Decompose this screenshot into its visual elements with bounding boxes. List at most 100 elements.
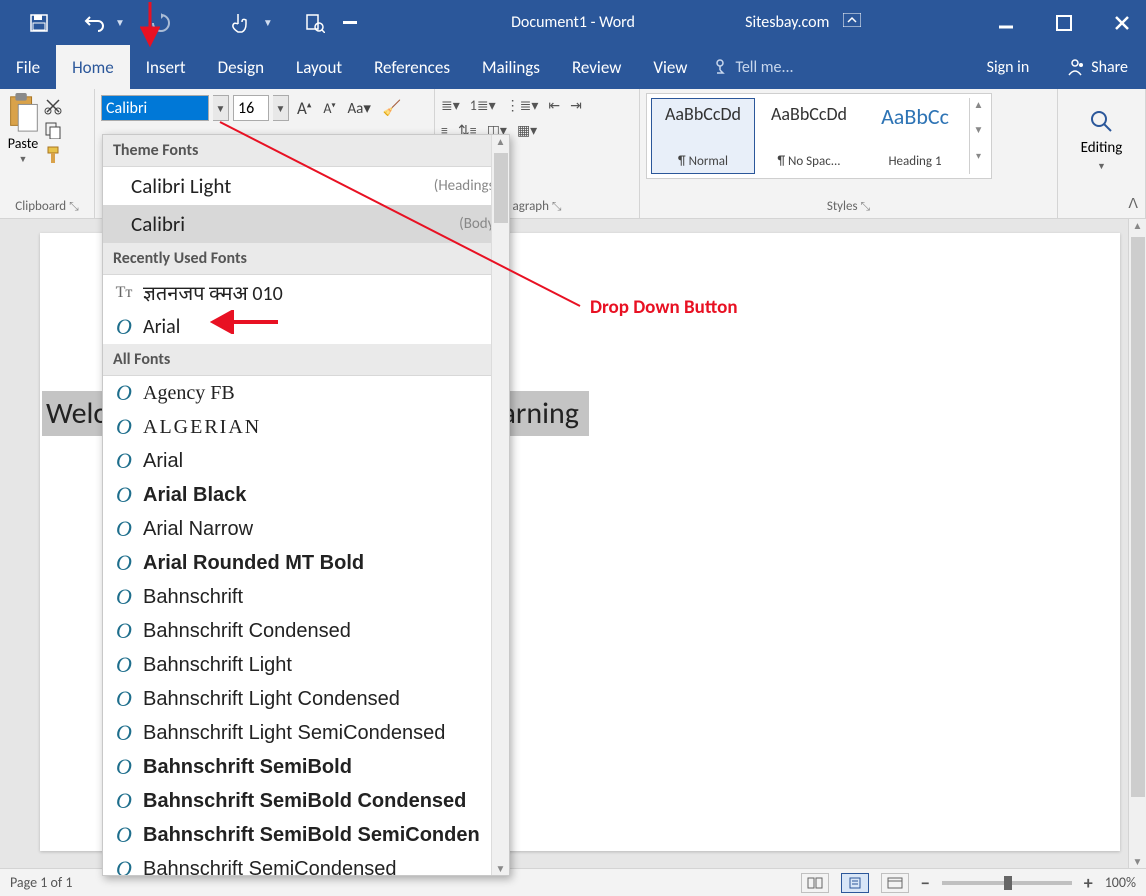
save-icon[interactable] [25,9,53,37]
change-case-icon[interactable]: Aa▾ [344,99,375,118]
font-item[interactable]: OArial Rounded MT Bold [103,546,509,580]
style-more-icon[interactable]: ▾ [970,149,987,174]
font-item[interactable]: OBahnschrift SemiBold SemiConden [103,818,509,852]
ribbon-tabs: File Home Insert Design Layout Reference… [0,45,1146,89]
clipboard-label: Clipboard [15,199,66,214]
tab-view[interactable]: View [637,45,703,89]
font-item-calibri[interactable]: Calibri (Body) [103,205,509,243]
styles-launcher-icon[interactable]: ⤡ [861,200,871,214]
opentype-icon: O [113,822,135,848]
opentype-icon: O [113,516,135,542]
clear-formatting-icon[interactable]: 🧹 [379,99,406,118]
borders-icon[interactable]: ▦▾ [517,122,537,139]
qat-customize-icon[interactable] [343,21,357,24]
opentype-icon: O [113,584,135,610]
opentype-icon: O [113,856,135,876]
web-layout-icon[interactable] [881,873,909,893]
font-dropdown-panel: Theme Fonts Calibri Light (Headings) Cal… [102,134,510,876]
numbering-icon[interactable]: 1≣▾ [470,97,496,114]
all-fonts-header: All Fonts [103,344,509,376]
maximize-button[interactable] [1050,9,1078,37]
font-item[interactable]: OAgency FB [103,376,509,410]
font-item[interactable]: OBahnschrift SemiBold [103,750,509,784]
opentype-icon: O [113,754,135,780]
font-item[interactable]: OBahnschrift Condensed [103,614,509,648]
titlebar: ▼ ▼ Document1 - Word Sitesbay.com [0,0,1146,45]
find-icon[interactable] [1089,109,1115,135]
font-dropdown-button[interactable]: ▼ [213,95,229,121]
style-normal[interactable]: AaBbCcDd ¶ Normal [651,98,755,174]
minimize-button[interactable] [992,9,1020,37]
font-item[interactable]: OBahnschrift Light [103,648,509,682]
zoom-out-button[interactable]: − [921,872,930,894]
print-layout-icon[interactable] [841,873,869,893]
increase-indent-icon[interactable]: ⇥ [570,97,582,114]
close-button[interactable] [1108,9,1136,37]
paste-button[interactable]: Paste ▼ [6,93,40,187]
touch-dropdown-icon[interactable]: ▼ [263,16,273,29]
copy-icon[interactable] [44,121,62,139]
read-mode-icon[interactable] [801,873,829,893]
font-name-input[interactable] [101,95,209,121]
styles-group: AaBbCcDd ¶ Normal AaBbCcDd ¶ No Spac... … [640,89,1058,218]
tab-design[interactable]: Design [202,45,280,89]
bullets-icon[interactable]: ≣▾ [441,97,460,114]
paragraph-launcher-icon[interactable]: ⤡ [552,200,562,214]
font-dropdown-scrollbar[interactable]: ▲ ▼ [491,135,509,875]
font-item[interactable]: OBahnschrift Light SemiCondensed [103,716,509,750]
shrink-font-icon[interactable]: A▾ [319,100,339,117]
style-no-spacing[interactable]: AaBbCcDd ¶ No Spac... [757,98,861,174]
undo-icon[interactable] [81,9,109,37]
share-button[interactable]: Share [1047,45,1146,89]
font-item[interactable]: OArial [103,444,509,478]
zoom-slider[interactable] [942,881,1072,885]
multilevel-icon[interactable]: ⋮≣▾ [506,97,539,114]
redo-icon[interactable] [147,9,175,37]
tab-mailings[interactable]: Mailings [466,45,556,89]
vertical-scrollbar[interactable]: ▲ ▼ [1128,219,1146,868]
font-item[interactable]: OArial Narrow [103,512,509,546]
editing-label[interactable]: Editing [1081,139,1123,157]
font-item[interactable]: OBahnschrift [103,580,509,614]
clipboard-launcher-icon[interactable]: ⤡ [69,200,79,214]
site-label: Sitesbay.com [745,13,861,32]
collapse-ribbon-icon[interactable]: ᐱ [1128,195,1138,212]
font-size-input[interactable] [233,95,269,121]
undo-dropdown-icon[interactable]: ▼ [115,16,125,29]
tell-me-search[interactable]: Tell me... [703,45,803,89]
font-item-calibri-light[interactable]: Calibri Light (Headings) [103,167,509,205]
tab-home[interactable]: Home [56,45,130,89]
decrease-indent-icon[interactable]: ⇤ [548,97,560,114]
tab-review[interactable]: Review [556,45,637,89]
tab-insert[interactable]: Insert [130,45,202,89]
style-gallery[interactable]: AaBbCcDd ¶ Normal AaBbCcDd ¶ No Spac... … [646,93,992,179]
font-item[interactable]: OALGERIAN [103,410,509,444]
format-painter-icon[interactable] [44,145,62,165]
print-preview-icon[interactable] [301,9,329,37]
ribbon-options-icon[interactable] [843,13,861,32]
tab-references[interactable]: References [358,45,466,89]
size-dropdown-button[interactable]: ▼ [273,95,289,121]
zoom-in-button[interactable]: + [1084,872,1093,894]
page-count[interactable]: Page 1 of 1 [10,874,72,891]
opentype-icon: O [113,482,135,508]
opentype-icon: O [113,618,135,644]
font-item[interactable]: OArial Black [103,478,509,512]
styles-label: Styles [827,199,858,214]
font-item[interactable]: OBahnschrift SemiCondensed [103,852,509,876]
style-heading-1[interactable]: AaBbCc Heading 1 [863,98,967,174]
tab-layout[interactable]: Layout [280,45,358,89]
touch-mode-icon[interactable] [225,9,253,37]
font-item-recent-arial[interactable]: O Arial [103,310,509,344]
opentype-icon: O [113,652,135,678]
zoom-level[interactable]: 100% [1105,874,1136,891]
cut-icon[interactable] [44,97,62,115]
grow-font-icon[interactable]: A▴ [293,98,315,119]
font-item-recent-0[interactable]: Tᴛ ज्ञतनजप क्मअ 010 [103,275,509,310]
tab-file[interactable]: File [0,45,56,89]
font-item[interactable]: OBahnschrift SemiBold Condensed [103,784,509,818]
font-item[interactable]: OBahnschrift Light Condensed [103,682,509,716]
sign-in-button[interactable]: Sign in [969,45,1048,89]
style-down-icon[interactable]: ▼ [970,123,987,148]
style-up-icon[interactable]: ▲ [970,98,987,123]
